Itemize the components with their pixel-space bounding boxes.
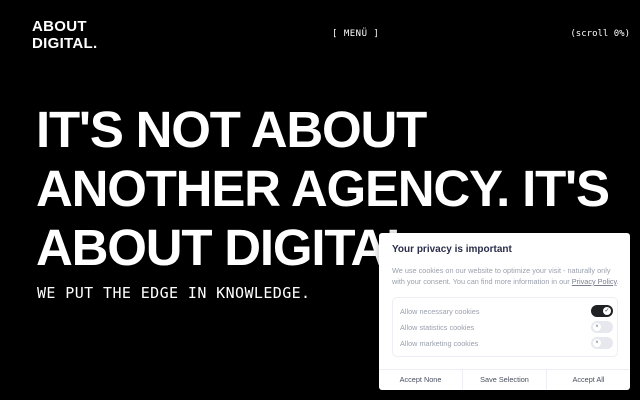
necessary-cookies-toggle[interactable]: ✓: [591, 305, 613, 317]
save-selection-button[interactable]: Save Selection: [463, 370, 547, 390]
cookie-options: Allow necessary cookies ✓ Allow statisti…: [392, 297, 618, 357]
cookie-option-label: Allow necessary cookies: [400, 307, 480, 316]
cookie-consent-dialog: Your privacy is important We use cookies…: [379, 233, 630, 390]
hero-line-1: IT'S NOT ABOUT: [36, 101, 427, 158]
hero-tagline: WE PUT THE EDGE IN KNOWLEDGE.: [37, 284, 311, 302]
menu-button[interactable]: [ MENÜ ]: [332, 29, 379, 39]
cookie-option-label: Allow marketing cookies: [400, 339, 479, 348]
cookie-title: Your privacy is important: [392, 244, 512, 255]
scroll-indicator: (scroll 0%): [570, 29, 630, 39]
accept-none-button[interactable]: Accept None: [379, 370, 463, 390]
check-icon: ✓: [603, 307, 611, 315]
marketing-cookies-toggle[interactable]: ×: [591, 337, 613, 349]
hero-line-2: ANOTHER AGENCY. IT'S: [36, 160, 610, 217]
cookie-option-statistics: Allow statistics cookies ×: [400, 321, 613, 335]
accept-all-button[interactable]: Accept All: [547, 370, 630, 390]
logo-line-1: ABOUT: [32, 18, 87, 35]
cookie-option-label: Allow statistics cookies: [400, 323, 475, 332]
cookie-buttons: Accept None Save Selection Accept All: [379, 369, 630, 390]
close-icon: ×: [593, 323, 601, 331]
cookie-option-necessary: Allow necessary cookies ✓: [400, 305, 613, 319]
logo-line-2: DIGITAL.: [32, 35, 98, 52]
site-logo[interactable]: ABOUT DIGITAL.: [32, 18, 97, 52]
privacy-policy-link[interactable]: Privacy Policy: [572, 277, 617, 286]
statistics-cookies-toggle[interactable]: ×: [591, 321, 613, 333]
close-icon: ×: [593, 339, 601, 347]
cookie-option-marketing: Allow marketing cookies ×: [400, 337, 613, 351]
cookie-description: We use cookies on our website to optimiz…: [392, 266, 619, 286]
